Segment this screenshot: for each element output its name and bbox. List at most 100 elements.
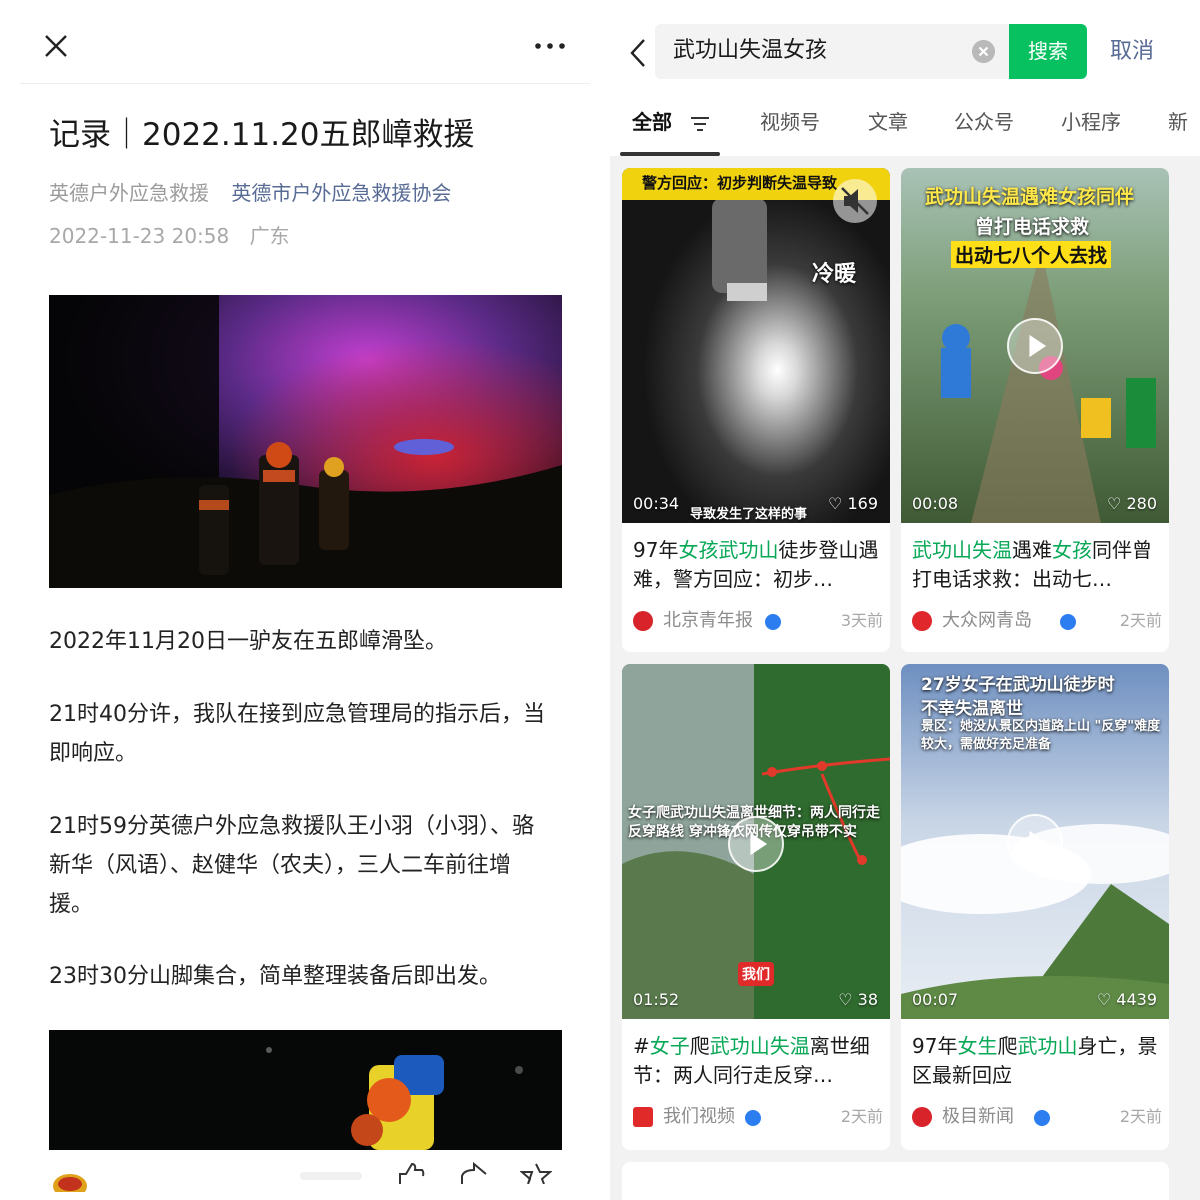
video-thumbnail[interactable]: 警方回应：初步判断失温导致 冷暖 导致发生了这样的事 00:34 ♡ 169: [622, 168, 890, 523]
card-source: 我们视频 2天前: [633, 1104, 883, 1130]
source-name[interactable]: 北京青年报: [663, 608, 753, 634]
account-avatar-icon[interactable]: [52, 1172, 88, 1192]
back-chevron-icon[interactable]: [626, 36, 650, 70]
verified-icon: [765, 614, 781, 630]
result-card[interactable]: 武功山失温遇难女孩同伴 曾打电话求救 出动七八个人去找 00:08 ♡ 280 …: [901, 168, 1169, 652]
thumb-caption-top: 武功山失温遇难女孩同伴: [925, 186, 1135, 208]
search-button[interactable]: 搜索: [1009, 24, 1087, 79]
video-thumbnail[interactable]: 武功山失温遇难女孩同伴 曾打电话求救 出动七八个人去找 00:08 ♡ 280: [901, 168, 1169, 523]
card-source: 北京青年报 3天前: [633, 608, 883, 634]
article-date-line: 2022-11-23 20:58 广东: [49, 221, 304, 251]
article-top-bar: [20, 18, 590, 84]
title-highlight: 女孩武功山: [678, 538, 779, 562]
card-title[interactable]: 武功山失温遇难女孩同伴曾打电话求救：出动七…: [912, 536, 1162, 594]
post-time: 2天前: [1119, 611, 1162, 630]
article-source: 英德户外应急救援: [49, 181, 209, 205]
tab-all[interactable]: 全部: [632, 108, 672, 136]
article-paragraph: 2022年11月20日一驴友在五郎嶂滑坠。: [49, 629, 447, 654]
title-highlight: 女子: [649, 1034, 690, 1058]
filter-icon[interactable]: [690, 116, 710, 132]
card-source: 大众网青岛 2天前: [912, 608, 1162, 634]
screen: 记录｜2022.11.20五郎嶂救援 英德户外应急救援 英德市户外应急救援协会 …: [0, 0, 1200, 1200]
play-icon[interactable]: [728, 816, 784, 872]
thumb-caption-mid: 不幸失温离世: [921, 699, 1023, 719]
search-panel: 武功山失温女孩 搜索 取消 全部 视频号 文章 公众号 小程序 新 警方回应：初…: [610, 0, 1200, 1200]
source-name[interactable]: 大众网青岛: [942, 608, 1032, 634]
article-bottom-bar: [0, 1160, 600, 1200]
active-tab-indicator: [620, 152, 720, 156]
article-paragraph: 21时40分许，我队在接到应急管理局的指示后，当即响应。: [49, 702, 545, 766]
article-meta: 英德户外应急救援 英德市户外应急救援协会: [49, 178, 451, 208]
thumb-caption-bottom: 景区：她没从景区内道路上山 "反穿"难度较大，需做好充足准备: [921, 719, 1161, 752]
share-icon[interactable]: [458, 1162, 490, 1184]
title-highlight: 武功山失温: [912, 538, 1012, 562]
likes-count: 280: [1126, 494, 1157, 513]
result-card[interactable]: 女子爬武功山失温离世细节：两人同行走反穿路线 穿冲锋衣网传仅穿吊带不实 我们 0…: [622, 664, 890, 1150]
likes-count: 4439: [1116, 990, 1157, 1009]
video-thumbnail[interactable]: 女子爬武功山失温离世细节：两人同行走反穿路线 穿冲锋衣网传仅穿吊带不实 我们 0…: [622, 664, 890, 1019]
article-account-link[interactable]: 英德市户外应急救援协会: [231, 181, 451, 205]
search-input[interactable]: 武功山失温女孩: [655, 24, 1010, 79]
source-name[interactable]: 我们视频: [663, 1104, 735, 1130]
tab-mini-programs[interactable]: 小程序: [1061, 108, 1121, 136]
article-location: 广东: [249, 224, 290, 248]
more-icon[interactable]: [532, 36, 568, 56]
title-highlight: 武功山失温: [709, 1034, 810, 1058]
post-time: 2天前: [1119, 1107, 1162, 1126]
close-icon[interactable]: [40, 30, 72, 62]
mute-icon[interactable]: [832, 178, 878, 224]
thumb-caption-top: 警方回应：初步判断失温导致: [642, 174, 838, 192]
video-thumbnail[interactable]: 27岁女子在武功山徒步时 不幸失温离世 景区：她没从景区内道路上山 "反穿"难度…: [901, 664, 1169, 1019]
search-query-text: 武功山失温女孩: [673, 38, 828, 63]
play-icon[interactable]: [1007, 318, 1063, 374]
channel-watermark: 我们: [738, 962, 774, 986]
source-logo-icon: [633, 1107, 653, 1127]
post-time: 3天前: [840, 611, 883, 630]
likes-count: 169: [847, 494, 878, 513]
thumb-caption-bottom: 导致发生了这样的事: [690, 507, 808, 522]
thumb-caption-bottom: 出动七八个人去找: [951, 241, 1112, 268]
result-card[interactable]: 警方回应：初步判断失温导致 冷暖 导致发生了这样的事 00:34 ♡ 169 9…: [622, 168, 890, 652]
title-highlight: 武功山: [1017, 1034, 1078, 1058]
title-highlight: 女生: [957, 1034, 998, 1058]
card-title[interactable]: 97年女生爬武功山身亡，景区最新回应: [912, 1032, 1162, 1090]
title-text: 爬: [997, 1034, 1018, 1058]
title-text: 爬: [689, 1034, 710, 1058]
title-highlight: 女孩: [1052, 538, 1092, 562]
thumb-caption-top: 27岁女子在武功山徒步时: [921, 675, 1115, 695]
article-date: 2022-11-23 20:58: [49, 224, 230, 248]
favorite-icon[interactable]: [520, 1162, 552, 1184]
source-name[interactable]: 极目新闻: [942, 1104, 1014, 1130]
tab-official-accounts[interactable]: 公众号: [954, 108, 1014, 136]
title-text: #: [633, 1034, 650, 1058]
card-title[interactable]: #女子爬武功山失温离世细节：两人同行走反穿…: [633, 1032, 883, 1090]
cancel-button[interactable]: 取消: [1110, 36, 1154, 68]
video-duration: 00:07: [912, 990, 959, 1009]
title-text: 97年: [912, 1034, 958, 1058]
play-icon[interactable]: [1007, 814, 1063, 870]
source-logo-icon: [912, 1107, 932, 1127]
verified-icon: [1034, 1110, 1050, 1126]
thumb-caption-brand: 冷暖: [812, 262, 857, 287]
rescue-night-photo[interactable]: [49, 295, 562, 588]
video-likes: ♡ 4439: [1096, 990, 1157, 1009]
clear-icon[interactable]: [972, 40, 995, 63]
result-card[interactable]: 27岁女子在武功山徒步时 不幸失温离世 景区：她没从景区内道路上山 "反穿"难度…: [901, 664, 1169, 1150]
video-duration: 00:08: [912, 494, 959, 513]
source-logo-icon: [912, 611, 932, 631]
tab-more[interactable]: 新: [1168, 108, 1188, 136]
video-likes: ♡ 38: [838, 990, 878, 1009]
thumb-caption-mid: 曾打电话求救: [975, 216, 1090, 238]
video-likes: ♡ 169: [828, 494, 878, 513]
rescue-gear-photo[interactable]: [49, 1030, 562, 1150]
video-likes: ♡ 280: [1107, 494, 1157, 513]
result-card-partial[interactable]: [622, 1162, 1169, 1200]
article-title: 记录｜2022.11.20五郎嶂救援: [49, 117, 475, 153]
comment-input[interactable]: [300, 1172, 362, 1180]
card-source: 极目新闻 2天前: [912, 1104, 1162, 1130]
video-duration: 00:34: [633, 494, 680, 513]
tab-articles[interactable]: 文章: [868, 108, 908, 136]
tab-channels[interactable]: 视频号: [760, 108, 820, 136]
card-title[interactable]: 97年女孩武功山徒步登山遇难，警方回应：初步…: [633, 536, 883, 594]
like-icon[interactable]: [396, 1162, 426, 1184]
